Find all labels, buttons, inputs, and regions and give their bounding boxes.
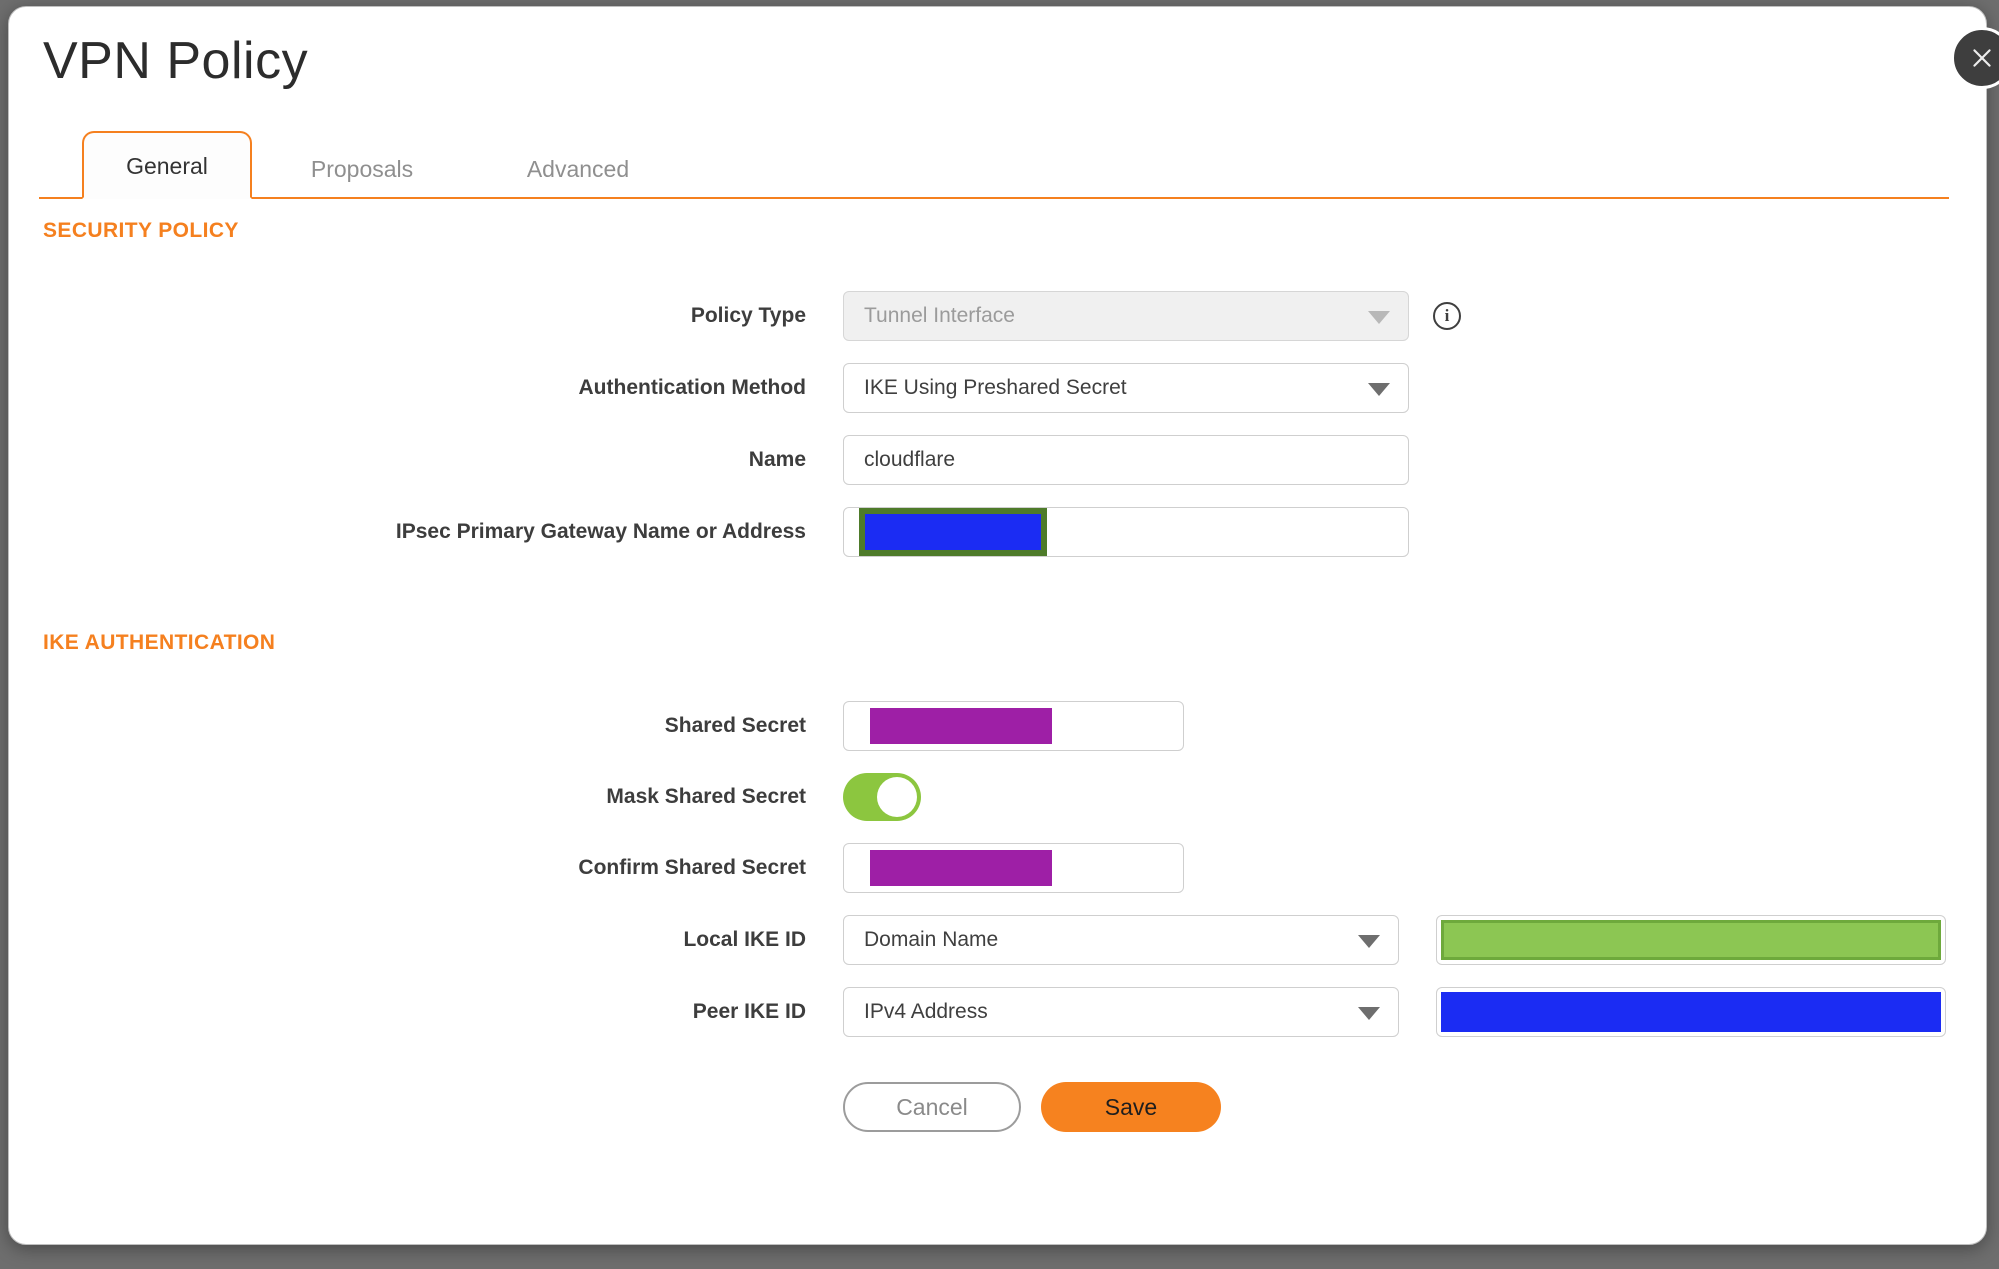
chevron-down-icon (1368, 311, 1390, 324)
screen: VPN Policy General Proposals Advanced SE… (0, 0, 1999, 1269)
close-icon (1973, 49, 1991, 67)
info-icon[interactable]: i (1433, 302, 1461, 330)
toggle-knob (877, 777, 917, 817)
gateway-row: IPsec Primary Gateway Name or Address (9, 507, 1986, 557)
name-label: Name (748, 448, 806, 471)
chevron-down-icon (1358, 1007, 1380, 1020)
cancel-button[interactable]: Cancel (843, 1082, 1021, 1132)
tab-advanced[interactable]: Advanced (498, 141, 658, 197)
shared-secret-redacted-value (870, 708, 1052, 744)
gateway-label: IPsec Primary Gateway Name or Address (395, 520, 806, 543)
authentication-method-select[interactable]: IKE Using Preshared Secret (843, 363, 1409, 413)
mask-shared-secret-toggle[interactable] (843, 773, 921, 821)
chevron-down-icon (1358, 935, 1380, 948)
shared-secret-label: Shared Secret (664, 714, 806, 737)
authentication-method-label: Authentication Method (578, 376, 806, 399)
tab-bar: General Proposals Advanced (39, 127, 1949, 199)
tab-proposals[interactable]: Proposals (282, 141, 442, 197)
local-ike-id-redacted-value (1441, 920, 1941, 960)
security-policy-form: Policy Type Tunnel Interface i Authentic… (9, 291, 1986, 557)
local-ike-id-label: Local IKE ID (683, 928, 806, 951)
policy-type-row: Policy Type Tunnel Interface i (9, 291, 1986, 341)
confirm-shared-secret-redacted-value (870, 850, 1052, 886)
security-policy-heading: SECURITY POLICY (43, 219, 239, 242)
peer-ike-id-label: Peer IKE ID (692, 1000, 806, 1023)
local-ike-id-type-value: Domain Name (864, 928, 999, 951)
name-row: Name cloudflare (9, 435, 1986, 485)
peer-ike-id-row: Peer IKE ID IPv4 Address (9, 987, 1986, 1037)
confirm-shared-secret-row: Confirm Shared Secret (9, 843, 1986, 893)
gateway-redacted-value (859, 508, 1047, 556)
peer-ike-id-redacted-value (1441, 992, 1941, 1032)
ike-authentication-form: Shared Secret Mask Shared Secret Confirm… (9, 701, 1986, 1132)
policy-type-value: Tunnel Interface (864, 304, 1015, 327)
peer-ike-id-type-value: IPv4 Address (864, 1000, 988, 1023)
name-value: cloudflare (864, 448, 956, 471)
confirm-shared-secret-input[interactable] (843, 843, 1184, 893)
authentication-method-row: Authentication Method IKE Using Preshare… (9, 363, 1986, 413)
policy-type-label: Policy Type (690, 304, 806, 327)
page-title: VPN Policy (43, 32, 309, 90)
gateway-input[interactable] (843, 507, 1409, 557)
authentication-method-value: IKE Using Preshared Secret (864, 376, 1127, 399)
tab-general[interactable]: General (82, 131, 252, 199)
local-ike-id-type-select[interactable]: Domain Name (843, 915, 1399, 965)
save-button[interactable]: Save (1041, 1082, 1221, 1132)
shared-secret-input[interactable] (843, 701, 1184, 751)
dialog-actions-row: Cancel Save (9, 1082, 1986, 1132)
confirm-shared-secret-label: Confirm Shared Secret (578, 856, 806, 879)
shared-secret-row: Shared Secret (9, 701, 1986, 751)
name-input[interactable]: cloudflare (843, 435, 1409, 485)
peer-ike-id-type-select[interactable]: IPv4 Address (843, 987, 1399, 1037)
peer-ike-id-value-input[interactable] (1436, 987, 1946, 1037)
local-ike-id-value-input[interactable] (1436, 915, 1946, 965)
mask-shared-secret-label: Mask Shared Secret (606, 785, 806, 808)
local-ike-id-row: Local IKE ID Domain Name (9, 915, 1986, 965)
ike-authentication-heading: IKE AUTHENTICATION (43, 631, 276, 654)
vpn-policy-dialog: VPN Policy General Proposals Advanced SE… (8, 6, 1987, 1245)
mask-shared-secret-row: Mask Shared Secret (9, 773, 1986, 821)
policy-type-select: Tunnel Interface (843, 291, 1409, 341)
chevron-down-icon (1368, 383, 1390, 396)
